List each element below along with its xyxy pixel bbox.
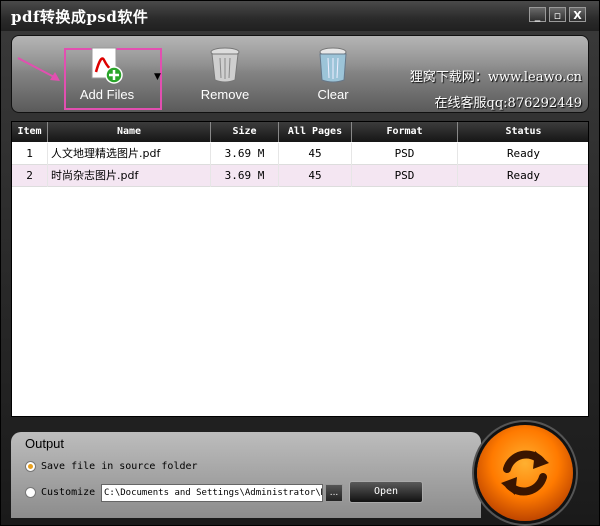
minimize-button[interactable]: _ <box>529 7 546 22</box>
clear-bin-icon <box>319 47 347 83</box>
customize-label[interactable]: Customize <box>41 487 95 498</box>
restore-button[interactable]: ▫ <box>549 7 566 22</box>
add-files-label: Add Files <box>79 87 135 102</box>
add-files-button[interactable]: Add Files <box>68 42 146 106</box>
window-title: pdf转换成psd软件 <box>11 8 149 26</box>
col-name[interactable]: Name <box>48 122 211 142</box>
toolbar: Add Files ▼ Remove Clear 狸窝下载网：www.leawo… <box>11 35 589 113</box>
browse-button[interactable]: ... <box>325 484 343 502</box>
cell-status: Ready <box>458 143 588 165</box>
cell-item: 2 <box>12 165 48 187</box>
remove-button[interactable]: Remove <box>186 42 264 106</box>
cell-pages: 45 <box>279 143 352 165</box>
open-button[interactable]: Open <box>349 481 423 503</box>
table-row[interactable]: 1 人文地理精选图片.pdf 3.69 M 45 PSD Ready <box>12 143 588 165</box>
col-item[interactable]: Item <box>12 122 48 142</box>
save-source-radio[interactable] <box>25 461 36 472</box>
cell-format: PSD <box>352 165 458 187</box>
table-header: Item Name Size All Pages Format Status <box>12 122 588 142</box>
file-table: Item Name Size All Pages Format Status 1… <box>11 121 589 417</box>
convert-button[interactable] <box>477 425 573 521</box>
cell-name: 时尚杂志图片.pdf <box>48 165 211 187</box>
cell-name: 人文地理精选图片.pdf <box>48 143 211 165</box>
col-pages[interactable]: All Pages <box>279 122 352 142</box>
output-panel: Output Save file in source folder Custom… <box>11 425 589 521</box>
col-status[interactable]: Status <box>458 122 588 142</box>
clear-label: Clear <box>317 87 349 102</box>
output-title: Output <box>25 436 65 451</box>
table-row[interactable]: 2 时尚杂志图片.pdf 3.69 M 45 PSD Ready <box>12 165 588 187</box>
trash-icon <box>210 47 240 83</box>
close-button[interactable]: X <box>569 7 586 22</box>
brand-qq-text: 在线客服qq:876292449 <box>434 96 582 111</box>
pdf-add-icon <box>91 47 123 84</box>
cell-format: PSD <box>352 143 458 165</box>
pointer-arrow-icon <box>17 57 60 81</box>
clear-button[interactable]: Clear <box>294 42 372 106</box>
remove-label: Remove <box>200 87 250 102</box>
col-format[interactable]: Format <box>352 122 458 142</box>
cell-size: 3.69 M <box>211 165 279 187</box>
app-window: pdf转换成psd软件 _ ▫ X Add Files ▼ Remove Cle… <box>0 0 600 526</box>
title-bar[interactable]: pdf转换成psd软件 _ ▫ X <box>1 1 599 31</box>
col-size[interactable]: Size <box>211 122 279 142</box>
cell-size: 3.69 M <box>211 143 279 165</box>
brand-website-text: 狸窝下载网：www.leawo.cn <box>409 70 582 85</box>
customize-radio[interactable] <box>25 487 36 498</box>
output-path-input[interactable]: C:\Documents and Settings\Administrator\… <box>101 484 323 502</box>
convert-refresh-icon <box>501 450 549 496</box>
cell-item: 1 <box>12 143 48 165</box>
save-source-label[interactable]: Save file in source folder <box>41 461 198 472</box>
add-files-dropdown-icon[interactable]: ▼ <box>154 72 161 82</box>
cell-status: Ready <box>458 165 588 187</box>
cell-pages: 45 <box>279 165 352 187</box>
